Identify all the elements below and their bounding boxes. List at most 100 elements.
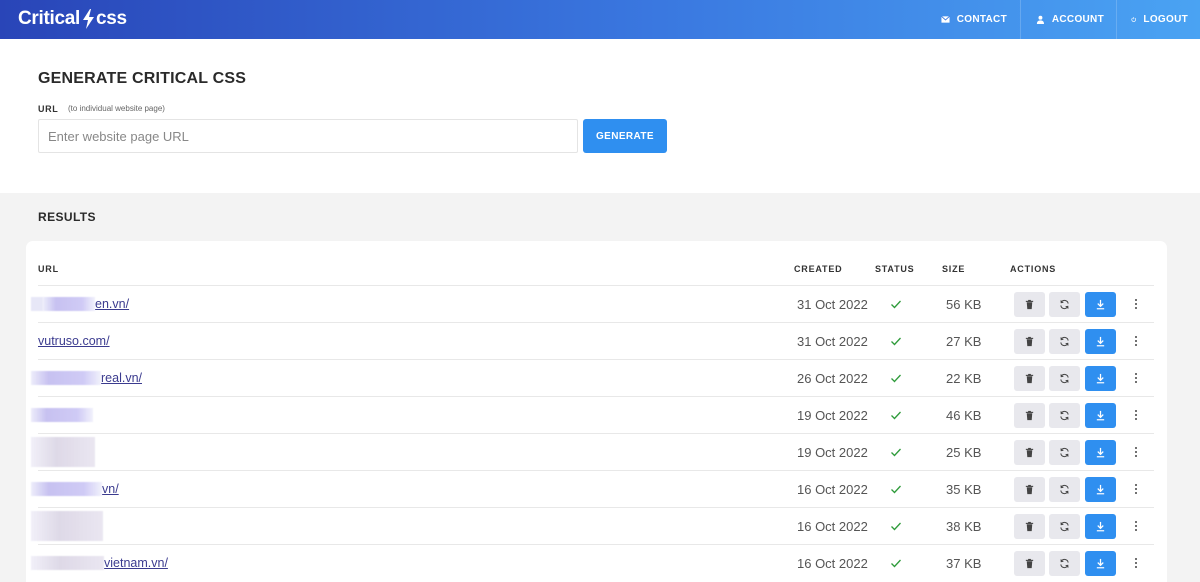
download-icon [1096,336,1105,347]
result-url-link[interactable]: vn/ [102,482,119,496]
regenerate-button[interactable] [1049,477,1080,502]
created-date: 16 Oct 2022 [797,555,868,571]
css-size: 37 KB [946,555,982,571]
download-button[interactable] [1085,292,1116,317]
download-button[interactable] [1085,329,1116,354]
delete-button[interactable] [1014,477,1045,502]
website-url-input[interactable] [38,119,578,153]
column-header-actions: ACTIONS [1010,264,1057,274]
download-icon [1096,299,1105,310]
checkmark-icon [891,485,901,494]
delete-button[interactable] [1014,551,1045,576]
created-date: 31 Oct 2022 [797,296,868,312]
download-button[interactable] [1085,366,1116,391]
logo-text-css: css [96,8,127,29]
nav-contact-link[interactable]: CONTACT [919,0,1020,39]
checkmark-icon [891,411,901,420]
column-header-status: STATUS [875,264,915,274]
table-row: 19 Oct 2022 46 KB [31,396,1154,433]
regenerate-button[interactable] [1049,440,1080,465]
download-button[interactable] [1085,514,1116,539]
download-icon [1096,410,1105,421]
table-row: vn/ 16 Oct 2022 35 KB [31,470,1154,507]
table-row: 16 Oct 2022 38 KB [31,507,1154,544]
page-title: GENERATE CRITICAL CSS [38,70,247,87]
download-button[interactable] [1085,477,1116,502]
created-date: 31 Oct 2022 [797,333,868,349]
download-button[interactable] [1085,440,1116,465]
css-size: 35 KB [946,481,982,497]
redacted-text [31,511,103,541]
result-url-link[interactable]: vutruso.com/ [38,334,110,348]
more-options-icon[interactable] [1129,517,1143,535]
checkmark-icon [891,522,901,531]
nav-account-link[interactable]: ACCOUNT [1020,0,1116,39]
mail-icon [940,16,950,23]
created-date: 19 Oct 2022 [797,444,868,460]
regenerate-button[interactable] [1049,292,1080,317]
download-button[interactable] [1085,551,1116,576]
checkmark-icon [891,559,901,568]
refresh-icon [1060,336,1069,347]
created-date: 16 Oct 2022 [797,481,868,497]
url-cell: en.vn/ [31,286,129,322]
refresh-icon [1060,447,1069,458]
download-button[interactable] [1085,403,1116,428]
more-options-icon[interactable] [1129,332,1143,350]
regenerate-button[interactable] [1049,551,1080,576]
delete-button[interactable] [1014,440,1045,465]
download-icon [1096,558,1105,569]
result-url-link[interactable]: vietnam.vn/ [104,556,168,570]
url-field-hint: (to individual website page) [68,104,165,113]
download-icon [1096,521,1105,532]
header-nav: CONTACT ACCOUNT LOGOUT [919,0,1200,39]
trash-icon [1025,410,1034,421]
generate-button[interactable]: GENERATE [583,119,667,153]
table-row: vutruso.com/ 31 Oct 2022 27 KB [38,322,1154,359]
column-header-url: URL [38,264,59,274]
result-url-link[interactable]: real.vn/ [101,371,142,385]
result-url-link[interactable]: en.vn/ [95,297,129,311]
trash-icon [1025,484,1034,495]
css-size: 56 KB [946,296,982,312]
refresh-icon [1060,521,1069,532]
regenerate-button[interactable] [1049,403,1080,428]
more-options-icon[interactable] [1129,369,1143,387]
url-cell: vn/ [31,471,119,507]
trash-icon [1025,299,1034,310]
css-size: 25 KB [946,444,982,460]
delete-button[interactable] [1014,292,1045,317]
more-options-icon[interactable] [1129,554,1143,572]
nav-logout-label: LOGOUT [1143,14,1188,25]
more-options-icon[interactable] [1129,406,1143,424]
checkmark-icon [891,300,901,309]
created-date: 16 Oct 2022 [797,518,868,534]
css-size: 38 KB [946,518,982,534]
table-row: real.vn/ 26 Oct 2022 22 KB [31,359,1154,396]
trash-icon [1025,336,1034,347]
created-date: 19 Oct 2022 [797,407,868,423]
table-row: 19 Oct 2022 25 KB [31,433,1154,470]
delete-button[interactable] [1014,514,1045,539]
delete-button[interactable] [1014,329,1045,354]
download-icon [1096,373,1105,384]
regenerate-button[interactable] [1049,366,1080,391]
more-options-icon[interactable] [1129,443,1143,461]
nav-logout-link[interactable]: LOGOUT [1116,0,1200,39]
url-cell: vietnam.vn/ [31,545,168,581]
generate-section: GENERATE CRITICAL CSS URL (to individual… [0,39,1200,193]
delete-button[interactable] [1014,403,1045,428]
table-row: vietnam.vn/ 16 Oct 2022 37 KB [31,544,1154,581]
more-options-icon[interactable] [1129,295,1143,313]
column-header-size: SIZE [942,264,966,274]
top-navigation-bar: Critical css CONTACT ACCOUNT LOGOUT [0,0,1200,39]
regenerate-button[interactable] [1049,514,1080,539]
url-cell: real.vn/ [31,360,142,396]
more-options-icon[interactable] [1129,480,1143,498]
redacted-text [43,297,95,311]
regenerate-button[interactable] [1049,329,1080,354]
user-icon [1036,15,1045,24]
checkmark-icon [891,374,901,383]
delete-button[interactable] [1014,366,1045,391]
critical-css-logo[interactable]: Critical css [18,7,127,31]
